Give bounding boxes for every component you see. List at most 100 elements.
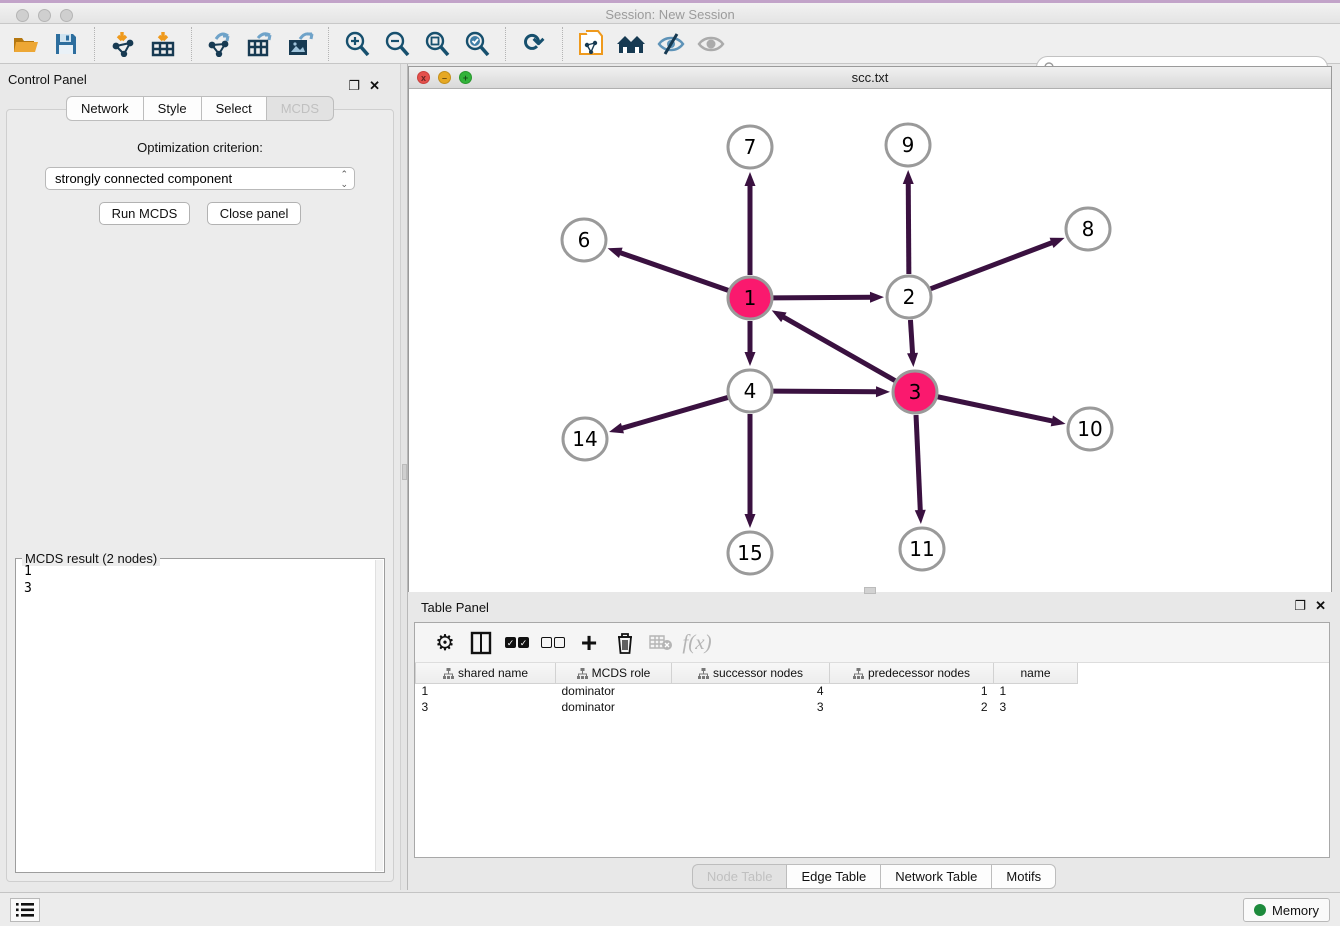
tab-mcds[interactable]: MCDS (266, 96, 334, 121)
graph-edge-2-9[interactable] (908, 182, 909, 274)
tab-node-table[interactable]: Node Table (692, 864, 787, 889)
run-mcds-button[interactable]: Run MCDS (99, 202, 191, 225)
table-row[interactable]: 1dominator411 (416, 683, 1326, 699)
column-header-predecessor-nodes[interactable]: predecessor nodes (830, 663, 994, 683)
vertical-splitter[interactable] (400, 64, 408, 890)
graph-node-label: 14 (572, 427, 597, 451)
table-panel-close-icon[interactable]: ✕ (1315, 598, 1326, 614)
task-history-button[interactable] (10, 898, 40, 922)
splitter-grip[interactable] (402, 464, 407, 480)
graph-edge-2-8[interactable] (931, 242, 1054, 289)
tab-network[interactable]: Network (66, 96, 143, 121)
control-panel-close-icon[interactable]: ✕ (369, 78, 380, 94)
unchecked-box-icon (541, 637, 552, 648)
graph-node-label: 8 (1082, 217, 1095, 241)
memory-button[interactable]: Memory (1243, 898, 1330, 922)
zoom-in-button[interactable] (337, 27, 377, 61)
graph-edge-1-2[interactable] (773, 297, 872, 298)
column-visibility-button[interactable] (463, 627, 499, 659)
main-toolbar: ⟳ (0, 24, 1340, 64)
graph-node-label: 4 (744, 379, 757, 403)
refresh-view-button[interactable]: ⟳ (514, 27, 554, 61)
tab-network-table[interactable]: Network Table (880, 864, 991, 889)
graph-edge-3-1[interactable] (782, 316, 895, 380)
deselect-all-rows-button[interactable] (535, 627, 571, 659)
open-session-button[interactable] (6, 27, 46, 61)
hierarchy-icon (443, 668, 454, 679)
save-session-button[interactable] (46, 27, 86, 61)
graph-edge-3-10[interactable] (938, 397, 1054, 422)
toolbar-separator (505, 27, 506, 61)
graph-edge-3-11[interactable] (916, 415, 920, 512)
network-resize-grip[interactable] (864, 587, 876, 594)
fx-icon: f(x) (682, 630, 711, 655)
graph-edge-arrowhead (1051, 416, 1066, 427)
graph-edge-4-14[interactable] (621, 397, 728, 428)
export-table-button[interactable] (240, 27, 280, 61)
column-header-shared-name[interactable]: shared name (416, 663, 556, 683)
zoom-out-icon (384, 31, 410, 57)
table-cell[interactable]: 2 (830, 699, 994, 715)
table-cell[interactable]: 1 (830, 683, 994, 699)
tab-motifs[interactable]: Motifs (991, 864, 1056, 889)
graph-edge-1-6[interactable] (619, 252, 728, 290)
zoom-in-icon (344, 31, 370, 57)
import-table-icon (150, 31, 176, 57)
export-image-button[interactable] (280, 27, 320, 61)
table-panel-float-icon[interactable]: ❐ (1294, 598, 1306, 614)
zoom-selected-button[interactable] (457, 27, 497, 61)
node-table[interactable]: shared nameMCDS rolesuccessor nodesprede… (415, 663, 1329, 857)
column-header-name[interactable]: name (994, 663, 1078, 683)
window-titlebar: Session: New Session (0, 0, 1340, 24)
function-builder-button[interactable]: f(x) (679, 627, 715, 659)
graph-edge-4-3[interactable] (773, 391, 878, 392)
control-panel-float-icon[interactable]: ❐ (348, 78, 360, 94)
mcds-result-text[interactable]: 1 3 (18, 563, 374, 870)
add-column-button[interactable]: + (571, 627, 607, 659)
graph-node-label: 2 (903, 285, 916, 309)
memory-label: Memory (1272, 903, 1319, 918)
close-panel-button[interactable]: Close panel (207, 202, 302, 225)
table-cell[interactable]: 3 (672, 699, 830, 715)
tab-style[interactable]: Style (143, 96, 201, 121)
graph-edge-2-3[interactable] (910, 320, 912, 355)
zoom-out-button[interactable] (377, 27, 417, 61)
optimization-criterion-select[interactable]: strongly connected component ⌃ ⌄ (45, 167, 355, 190)
result-scrollbar[interactable] (375, 560, 383, 871)
import-network-icon (110, 31, 136, 57)
open-folder-icon (12, 32, 40, 56)
export-image-icon (286, 31, 314, 57)
graph-node-label: 9 (902, 133, 915, 157)
table-row[interactable]: 3dominator323 (416, 699, 1326, 715)
export-network-button[interactable] (200, 27, 240, 61)
show-graphics-button[interactable] (691, 27, 731, 61)
zoom-fit-button[interactable] (417, 27, 457, 61)
column-header-successor-nodes[interactable]: successor nodes (672, 663, 830, 683)
refresh-icon: ⟳ (524, 31, 545, 56)
network-window-titlebar[interactable]: x – + scc.txt (409, 67, 1331, 89)
table-cell[interactable]: 4 (672, 683, 830, 699)
table-cell[interactable]: 1 (994, 683, 1078, 699)
network-canvas-svg[interactable]: 7968124314101511 (409, 89, 1331, 592)
table-panel: Table Panel ❐ ✕ ⚙ ✓✓ + (408, 596, 1340, 890)
tab-edge-table[interactable]: Edge Table (786, 864, 880, 889)
table-settings-button[interactable]: ⚙ (427, 627, 463, 659)
tab-select[interactable]: Select (201, 96, 266, 121)
table-cell[interactable]: dominator (556, 699, 672, 715)
mcds-panel-body: Optimization criterion: strongly connect… (6, 109, 394, 882)
table-cell[interactable]: 3 (994, 699, 1078, 715)
delete-table-button[interactable] (643, 627, 679, 659)
select-all-rows-button[interactable]: ✓✓ (499, 627, 535, 659)
table-cell[interactable]: dominator (556, 683, 672, 699)
hide-graphics-button[interactable] (651, 27, 691, 61)
delete-column-button[interactable] (607, 627, 643, 659)
network-window-title: scc.txt (409, 70, 1331, 85)
import-network-button[interactable] (103, 27, 143, 61)
table-cell[interactable]: 1 (416, 683, 556, 699)
import-table-button[interactable] (143, 27, 183, 61)
home-button[interactable] (611, 27, 651, 61)
network-from-selection-button[interactable] (571, 27, 611, 61)
table-cell[interactable]: 3 (416, 699, 556, 715)
columns-icon (470, 631, 492, 655)
column-header-MCDS-role[interactable]: MCDS role (556, 663, 672, 683)
